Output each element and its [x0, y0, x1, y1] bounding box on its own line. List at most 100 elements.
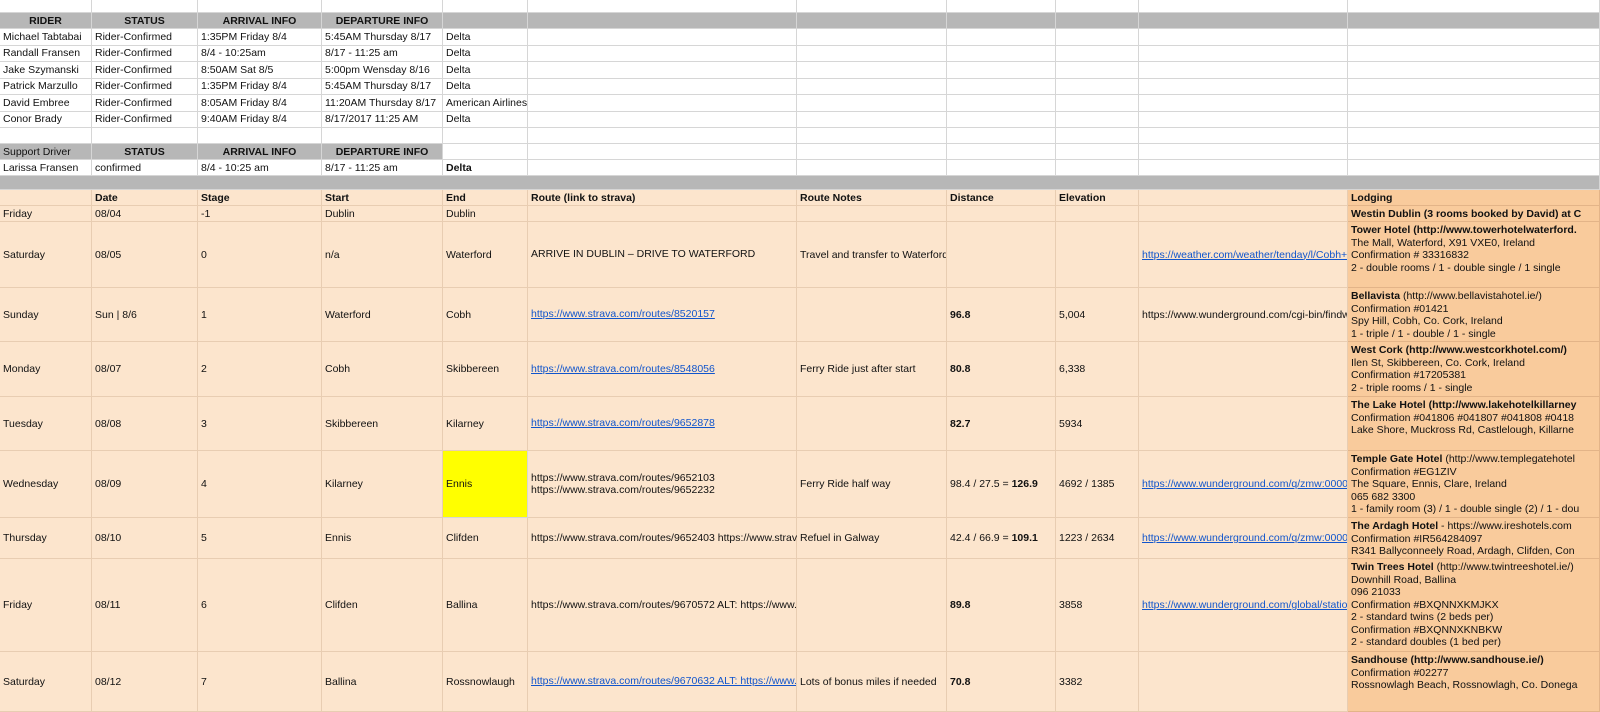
- rider-cell[interactable]: 1:35PM Friday 8/4: [198, 78, 322, 95]
- route-cell[interactable]: https://www.strava.com/routes/9652878: [528, 397, 797, 451]
- route-cell[interactable]: https://www.strava.com/routes/8520157: [528, 288, 797, 342]
- column-header[interactable]: STATUS: [92, 13, 198, 29]
- empty-cell[interactable]: [1139, 111, 1348, 128]
- column-header[interactable]: Distance: [947, 190, 1056, 206]
- notes-cell[interactable]: Refuel in Galway: [797, 518, 947, 559]
- weather-cell[interactable]: [1139, 397, 1348, 451]
- empty-cell[interactable]: [797, 160, 947, 176]
- route-cell[interactable]: https://www.strava.com/routes/8548056: [528, 342, 797, 397]
- weather-cell[interactable]: https://weather.com/weather/tenday/l/Cob…: [1139, 222, 1348, 288]
- weather-cell[interactable]: [1139, 652, 1348, 712]
- day-cell[interactable]: Friday: [0, 559, 92, 652]
- end-cell[interactable]: Skibbereen: [443, 342, 528, 397]
- start-cell[interactable]: Kilarney: [322, 451, 443, 518]
- empty-cell[interactable]: [443, 128, 528, 144]
- empty-cell[interactable]: [1056, 45, 1139, 62]
- weather-cell[interactable]: [1139, 342, 1348, 397]
- empty-cell[interactable]: [1139, 0, 1348, 13]
- rider-cell[interactable]: Delta: [443, 111, 528, 128]
- empty-cell[interactable]: [528, 144, 797, 160]
- empty-cell[interactable]: [947, 29, 1056, 46]
- empty-cell[interactable]: [947, 160, 1056, 176]
- route-cell[interactable]: ARRIVE IN DUBLIN – DRIVE TO WATERFORD: [528, 222, 797, 288]
- elevation-cell[interactable]: 5,004: [1056, 288, 1139, 342]
- header-filler-cell[interactable]: [947, 13, 1056, 29]
- elevation-cell[interactable]: 3382: [1056, 652, 1139, 712]
- empty-cell[interactable]: [322, 128, 443, 144]
- empty-cell[interactable]: [1056, 0, 1139, 13]
- rider-cell[interactable]: Jake Szymanski: [0, 62, 92, 79]
- empty-cell[interactable]: [528, 45, 797, 62]
- end-cell[interactable]: Dublin: [443, 206, 528, 222]
- strava-route-link[interactable]: https://www.strava.com/routes/9670632 AL…: [531, 675, 796, 688]
- column-header[interactable]: DEPARTURE INFO: [322, 13, 443, 29]
- empty-cell[interactable]: [947, 62, 1056, 79]
- support-cell[interactable]: 8/17 - 11:25 am: [322, 160, 443, 176]
- weather-cell[interactable]: https://www.wunderground.com/q/zmw:00000: [1139, 518, 1348, 559]
- header-filler-cell[interactable]: [1139, 13, 1348, 29]
- empty-cell[interactable]: [1056, 160, 1139, 176]
- empty-cell[interactable]: [947, 144, 1056, 160]
- header-filler-cell[interactable]: [443, 13, 528, 29]
- column-header[interactable]: ARRIVAL INFO: [198, 13, 322, 29]
- rider-cell[interactable]: Rider-Confirmed: [92, 95, 198, 112]
- start-cell[interactable]: Skibbereen: [322, 397, 443, 451]
- route-cell[interactable]: https://www.strava.com/routes/9652403 ht…: [528, 518, 803, 559]
- distance-cell[interactable]: [947, 206, 1056, 222]
- empty-cell[interactable]: [797, 62, 947, 79]
- column-header[interactable]: ARRIVAL INFO: [198, 144, 322, 160]
- day-cell[interactable]: Saturday: [0, 222, 92, 288]
- rider-cell[interactable]: Rider-Confirmed: [92, 78, 198, 95]
- distance-cell[interactable]: 98.4 / 27.5 = 126.9: [947, 451, 1056, 518]
- column-header[interactable]: [0, 190, 92, 206]
- empty-cell[interactable]: [1348, 160, 1600, 176]
- empty-cell[interactable]: [1139, 45, 1348, 62]
- distance-cell[interactable]: 80.8: [947, 342, 1056, 397]
- day-cell[interactable]: Sunday: [0, 288, 92, 342]
- route-cell[interactable]: https://www.strava.com/routes/9670632 AL…: [528, 652, 797, 712]
- support-cell[interactable]: 8/4 - 10:25 am: [198, 160, 322, 176]
- lodging-cell[interactable]: West Cork (http://www.westcorkhotel.com/…: [1348, 342, 1600, 397]
- weather-cell[interactable]: https://www.wunderground.com/cgi-bin/fin…: [1139, 288, 1348, 342]
- end-cell[interactable]: Kilarney: [443, 397, 528, 451]
- empty-cell[interactable]: [1139, 78, 1348, 95]
- header-filler-cell[interactable]: [797, 13, 947, 29]
- start-cell[interactable]: Clifden: [322, 559, 443, 652]
- end-cell[interactable]: Waterford: [443, 222, 528, 288]
- end-cell[interactable]: Clifden: [443, 518, 528, 559]
- weather-cell[interactable]: https://www.wunderground.com/global/stat…: [1139, 559, 1348, 652]
- lodging-cell[interactable]: Tower Hotel (http://www.towerhotelwaterf…: [1348, 222, 1600, 288]
- empty-cell[interactable]: [947, 0, 1056, 13]
- weather-cell[interactable]: https://www.wunderground.com/q/zmw:00000: [1139, 451, 1348, 518]
- stage-cell[interactable]: 4: [198, 451, 322, 518]
- empty-cell[interactable]: [528, 95, 797, 112]
- empty-cell[interactable]: [443, 144, 528, 160]
- end-cell[interactable]: Ennis: [443, 451, 528, 518]
- header-filler-cell[interactable]: [1056, 13, 1139, 29]
- route-cell[interactable]: https://www.strava.com/routes/9652103 htt…: [528, 451, 797, 518]
- date-cell[interactable]: 08/05: [92, 222, 198, 288]
- empty-cell[interactable]: [1348, 0, 1600, 13]
- empty-cell[interactable]: [528, 78, 797, 95]
- empty-cell[interactable]: [528, 0, 797, 13]
- empty-cell[interactable]: [797, 111, 947, 128]
- rider-cell[interactable]: 5:45AM Thursday 8/17: [322, 29, 443, 46]
- rider-cell[interactable]: 8:05AM Friday 8/4: [198, 95, 322, 112]
- weather-link[interactable]: https://www.wunderground.com/cgi-bin/fin…: [1142, 309, 1347, 321]
- date-cell[interactable]: 08/10: [92, 518, 198, 559]
- column-header[interactable]: STATUS: [92, 144, 198, 160]
- empty-cell[interactable]: [1348, 144, 1600, 160]
- elevation-cell[interactable]: 6,338: [1056, 342, 1139, 397]
- rider-cell[interactable]: American Airlines: [443, 95, 528, 112]
- rider-cell[interactable]: Rider-Confirmed: [92, 45, 198, 62]
- stage-cell[interactable]: -1: [198, 206, 322, 222]
- end-cell[interactable]: Ballina: [443, 559, 528, 652]
- lodging-cell[interactable]: The Ardagh Hotel - https://www.ireshotel…: [1348, 518, 1600, 559]
- column-header[interactable]: Support Driver: [0, 144, 92, 160]
- day-cell[interactable]: Tuesday: [0, 397, 92, 451]
- lodging-cell[interactable]: Sandhouse (http://www.sandhouse.ie/) Conf…: [1348, 652, 1600, 712]
- empty-cell[interactable]: [1348, 78, 1600, 95]
- rider-cell[interactable]: Michael Tabtabai: [0, 29, 92, 46]
- distance-cell[interactable]: 89.8: [947, 559, 1056, 652]
- distance-cell[interactable]: 70.8: [947, 652, 1056, 712]
